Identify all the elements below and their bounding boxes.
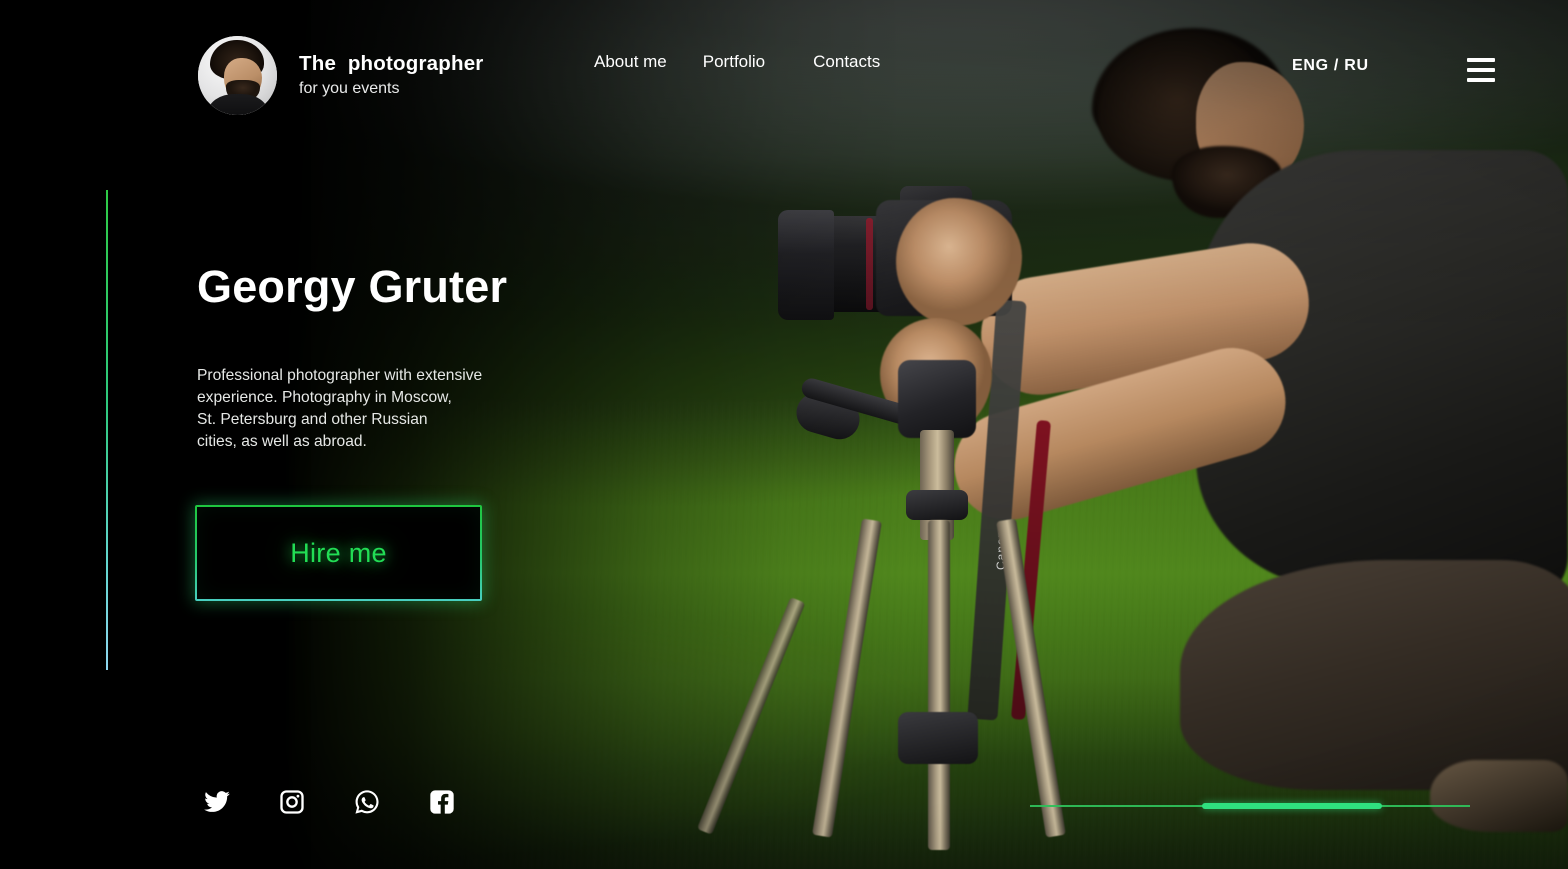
twitter-icon[interactable] xyxy=(203,788,231,816)
language-switcher[interactable]: ENG / RU xyxy=(1292,57,1369,75)
page-root: Canon The photographer for you e xyxy=(0,0,1568,869)
hamburger-icon[interactable] xyxy=(1467,58,1495,82)
slide-progress-bar[interactable] xyxy=(1030,802,1470,810)
hire-me-button[interactable]: Hire me xyxy=(195,505,482,601)
accent-vertical-line xyxy=(106,190,108,670)
avatar xyxy=(198,36,277,115)
brand-title: The photographer xyxy=(299,52,484,76)
hero-content: Georgy Gruter Professional photographer … xyxy=(197,262,817,454)
social-links xyxy=(203,788,456,816)
hamburger-bar-1 xyxy=(1467,58,1495,62)
nav-item-contacts[interactable]: Contacts xyxy=(813,52,912,72)
brand-text: The photographer for you events xyxy=(299,51,483,100)
whatsapp-icon[interactable] xyxy=(353,788,381,816)
main-navigation: About me Portfolio Contacts xyxy=(594,52,912,72)
nav-item-portfolio[interactable]: Portfolio xyxy=(703,52,813,72)
hire-me-button-label: Hire me xyxy=(290,537,387,568)
slide-progress-thumb[interactable] xyxy=(1201,803,1382,809)
page-title: Georgy Gruter xyxy=(197,261,508,312)
hamburger-bar-3 xyxy=(1467,78,1495,82)
hamburger-bar-2 xyxy=(1467,68,1495,72)
nav-item-about-me[interactable]: About me xyxy=(594,52,703,72)
facebook-icon[interactable] xyxy=(428,788,456,816)
brand-subtitle: for you events xyxy=(299,80,400,98)
site-header: The photographer for you events About me… xyxy=(0,0,1568,150)
hero-description: Professional photographer with extensive… xyxy=(197,366,483,451)
brand-logo[interactable]: The photographer for you events xyxy=(198,36,483,115)
instagram-icon[interactable] xyxy=(278,788,306,816)
